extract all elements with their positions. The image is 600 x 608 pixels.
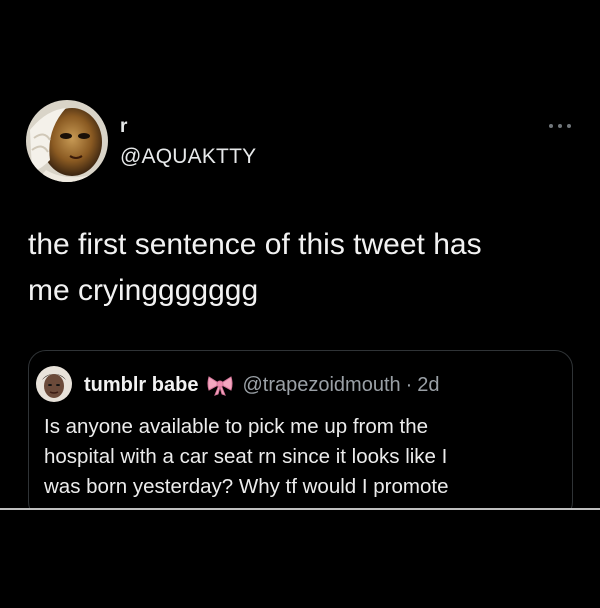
quoted-author-name[interactable]: tumblr babe <box>84 374 198 397</box>
quoted-tweet-text: Is anyone available to pick me up from t… <box>44 412 564 502</box>
quoted-tweet-timestamp[interactable]: 2d <box>417 374 439 397</box>
tweet-text: the first sentence of this tweet has me … <box>28 222 568 314</box>
author-display-name[interactable]: r <box>120 116 127 138</box>
more-options-icon[interactable] <box>546 118 574 134</box>
quoted-text-line: Is anyone available to pick me up from t… <box>44 415 429 438</box>
author-avatar[interactable] <box>26 100 108 182</box>
bottom-cutoff-area <box>0 510 600 608</box>
quoted-author-avatar[interactable] <box>36 366 72 402</box>
crop-divider-line <box>0 508 600 510</box>
tweet-card: r @AQUAKTTY the first sentence of this t… <box>0 0 600 608</box>
author-handle[interactable]: @AQUAKTTY <box>120 145 256 169</box>
tweet-text-line: the first sentence of this tweet has <box>28 228 482 261</box>
profile-photo-icon <box>26 100 108 182</box>
quoted-text-line: was born yesterday? Why tf would I promo… <box>44 475 449 498</box>
separator-dot: · <box>405 373 413 396</box>
quoted-author-handle[interactable]: @trapezoidmouth <box>242 374 400 397</box>
quoted-text-line: hospital with a car seat rn since it loo… <box>44 445 448 468</box>
quoted-tweet-header: tumblr babe @trapezoidmouth · 2d <box>84 372 440 398</box>
tweet-text-line: me cryinggggggg <box>28 274 259 307</box>
pink-ribbon-bow-icon <box>207 376 233 396</box>
quoted-profile-photo-icon <box>36 366 72 402</box>
